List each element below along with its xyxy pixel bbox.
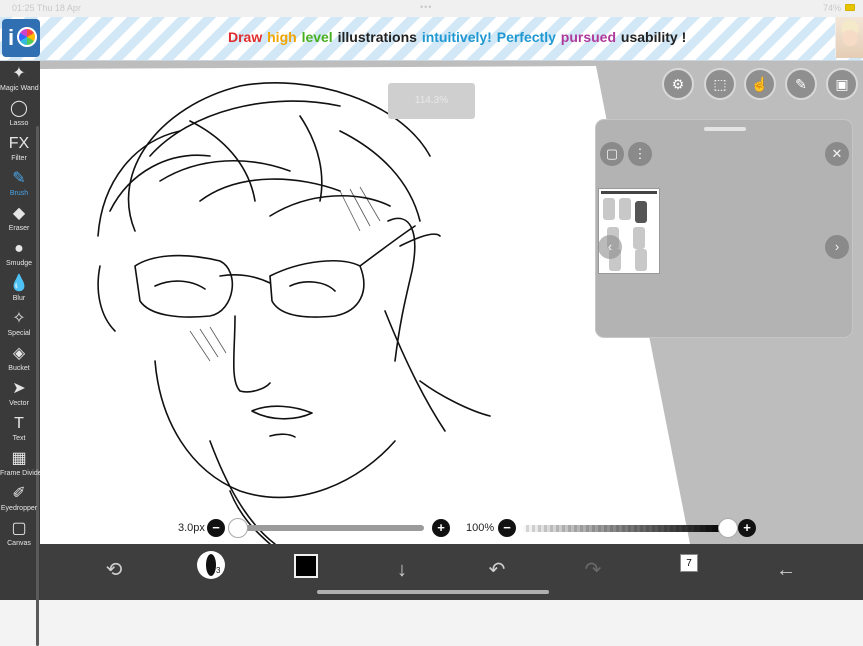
- undo-icon[interactable]: ↶: [481, 554, 513, 586]
- brush-size-decrease-button[interactable]: −: [207, 519, 225, 537]
- battery-icon: [845, 4, 855, 11]
- tool-label: Magic Wand: [0, 85, 39, 92]
- status-bar: 01:25 Thu 18 Apr ••• 74%: [0, 0, 863, 17]
- back-arrow-icon[interactable]: ←: [770, 554, 802, 586]
- text-icon: T: [14, 415, 24, 432]
- layers-button[interactable]: 7: [680, 554, 698, 572]
- ruler-icon[interactable]: ✎: [785, 68, 817, 100]
- selection-icon[interactable]: ⬚: [704, 68, 736, 100]
- tool-label: Smudge: [5, 260, 33, 267]
- tool-special[interactable]: ✧ Special: [0, 308, 38, 343]
- filter-icon: FX: [8, 135, 30, 152]
- tool-label: Bucket: [8, 365, 30, 372]
- down-arrow-icon[interactable]: ↓: [386, 554, 418, 586]
- eraser-icon: ◆: [12, 205, 26, 222]
- tool-label: Eraser: [8, 225, 30, 232]
- prev-arrow-icon[interactable]: ‹: [598, 235, 622, 259]
- eyedropper-icon: ✐: [12, 485, 26, 502]
- reference-window[interactable]: ▢ ⋮ ✕ › ‹: [596, 120, 852, 337]
- tool-label: Vector: [9, 400, 29, 407]
- tool-blur[interactable]: 💧 Blur: [0, 273, 38, 308]
- ibis-paint-logo-icon: i: [2, 19, 40, 57]
- brush-size-value: 3.0px: [178, 522, 205, 534]
- redo-icon[interactable]: ↷: [577, 554, 609, 586]
- tool-eyedropper[interactable]: ✐ Eyedropper: [0, 483, 38, 518]
- smudge-icon: ●: [14, 240, 24, 257]
- tool-label: Special: [7, 330, 31, 337]
- color-swatch[interactable]: [294, 554, 318, 578]
- image-icon[interactable]: ▣: [826, 68, 858, 100]
- tool-magic-wand[interactable]: ✦ Magic Wand: [0, 63, 39, 98]
- vector-icon: ➤: [12, 380, 26, 397]
- zoom-indicator: 114.3%: [388, 83, 475, 119]
- opacity-knob[interactable]: [718, 518, 738, 538]
- tool-label: Canvas: [7, 540, 31, 547]
- banner-text[interactable]: Draw high level illustrations intuitivel…: [228, 29, 687, 45]
- canvas-icon: ▢: [11, 520, 27, 537]
- tool-label: Frame Divider: [0, 470, 44, 477]
- tool-label: Text: [12, 435, 26, 442]
- special-icon: ✧: [12, 310, 26, 327]
- ad-banner[interactable]: i Draw high level illustrations intuitiv…: [0, 17, 863, 61]
- panel-drag-handle[interactable]: [704, 127, 746, 131]
- next-arrow-icon[interactable]: ›: [825, 235, 849, 259]
- tool-brush[interactable]: ✎ Brush: [0, 168, 38, 203]
- brush-icon: ✎: [12, 170, 26, 187]
- magic-wand-icon: ✦: [12, 65, 26, 82]
- tool-eraser[interactable]: ◆ Eraser: [0, 203, 38, 238]
- banner-character-avatar: [835, 17, 863, 58]
- hand-touch-icon[interactable]: ☝: [744, 68, 776, 100]
- tool-label: Eyedropper: [0, 505, 38, 512]
- brush-size-increase-button[interactable]: +: [432, 519, 450, 537]
- tool-label: Lasso: [9, 120, 29, 127]
- tool-label: Filter: [11, 155, 27, 162]
- opacity-increase-button[interactable]: +: [738, 519, 756, 537]
- reference-image-thumbnail[interactable]: [598, 188, 660, 274]
- tool-canvas[interactable]: ▢ Canvas: [0, 518, 38, 553]
- tool-text[interactable]: T Text: [0, 413, 38, 448]
- tool-filter[interactable]: FX Filter: [0, 133, 38, 168]
- lasso-icon: ◯: [10, 100, 28, 117]
- tool-smudge[interactable]: ● Smudge: [0, 238, 38, 273]
- frame-divider-icon: ▦: [11, 450, 27, 467]
- more-options-icon[interactable]: ⋮: [628, 142, 652, 166]
- brush-size-slider[interactable]: [238, 525, 424, 531]
- tool-label: Brush: [9, 190, 29, 197]
- tool-palette: ✦ Magic Wand ◯ Lasso FX Filter ✎ Brush ◆ Eraser ● S…: [0, 61, 44, 646]
- bottom-toolbar: ⟲ 3 ↓ ↶ ↷ 7 ←: [40, 544, 863, 600]
- tool-label: Blur: [12, 295, 26, 302]
- canvas-area[interactable]: 114.3% ⚙ ⬚ ☝ ✎ ▣ ▢ ⋮ ✕ › ‹: [40, 61, 863, 544]
- brush-number: 3: [216, 566, 221, 575]
- home-indicator[interactable]: [317, 590, 549, 594]
- brush-indicator[interactable]: [197, 551, 225, 579]
- status-time: 01:25 Thu 18 Apr: [12, 3, 81, 13]
- opacity-value: 100%: [466, 522, 495, 534]
- bucket-icon: ◈: [12, 345, 26, 362]
- settings-toggle-icon[interactable]: ⚙: [662, 68, 694, 100]
- blur-icon: 💧: [9, 275, 29, 292]
- close-icon[interactable]: ✕: [825, 142, 849, 166]
- tool-lasso[interactable]: ◯ Lasso: [0, 98, 38, 133]
- multitask-dots[interactable]: •••: [420, 2, 432, 12]
- tool-bucket[interactable]: ◈ Bucket: [0, 343, 38, 378]
- tool-frame-divider[interactable]: ▦ Frame Divider: [0, 448, 44, 483]
- fit-frame-icon[interactable]: ▢: [600, 142, 624, 166]
- battery-percent: 74%: [822, 3, 841, 13]
- transform-icon[interactable]: ⟲: [98, 554, 130, 586]
- opacity-decrease-button[interactable]: −: [498, 519, 516, 537]
- opacity-slider[interactable]: [523, 525, 727, 532]
- tool-vector[interactable]: ➤ Vector: [0, 378, 38, 413]
- brush-size-knob[interactable]: [228, 518, 248, 538]
